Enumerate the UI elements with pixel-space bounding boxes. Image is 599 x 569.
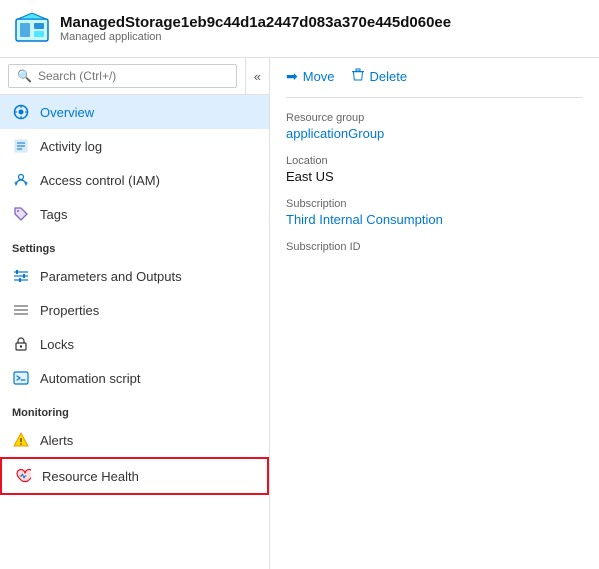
search-wrapper[interactable]: 🔍 bbox=[8, 64, 237, 88]
search-row: 🔍 « bbox=[0, 58, 269, 95]
access-control-icon bbox=[12, 171, 30, 189]
activity-log-icon bbox=[12, 137, 30, 155]
sidebar-item-alerts-label: Alerts bbox=[40, 433, 73, 448]
header-title: ManagedStorage1eb9c44d1a2447d083a370e445… bbox=[60, 14, 451, 31]
sidebar-item-tags-label: Tags bbox=[40, 207, 67, 222]
monitoring-section-label: Monitoring bbox=[0, 395, 269, 423]
sidebar-item-properties-label: Properties bbox=[40, 303, 99, 318]
locks-icon bbox=[12, 335, 30, 353]
resource-group-row: Resource group applicationGroup bbox=[286, 112, 583, 141]
content-pane: ➡ Move Delete Resource group application… bbox=[270, 58, 599, 569]
sidebar-item-access-control[interactable]: Access control (IAM) bbox=[0, 163, 269, 197]
overview-icon bbox=[12, 103, 30, 121]
sidebar-item-locks-label: Locks bbox=[40, 337, 74, 352]
sidebar-item-resource-health[interactable]: Resource Health bbox=[0, 457, 269, 495]
header-subtitle: Managed application bbox=[60, 31, 451, 43]
sidebar: 🔍 « Overview bbox=[0, 58, 270, 569]
delete-button[interactable]: Delete bbox=[351, 68, 408, 85]
monitoring-section: Monitoring Alerts bbox=[0, 395, 269, 495]
subscription-id-row: Subscription ID bbox=[286, 241, 583, 255]
header-text: ManagedStorage1eb9c44d1a2447d083a370e445… bbox=[60, 14, 451, 43]
sidebar-item-activity-log[interactable]: Activity log bbox=[0, 129, 269, 163]
details-section: Resource group applicationGroup Location… bbox=[286, 112, 583, 255]
subscription-row: Subscription Third Internal Consumption bbox=[286, 198, 583, 227]
sidebar-item-automation-script[interactable]: Automation script bbox=[0, 361, 269, 395]
automation-icon bbox=[12, 369, 30, 387]
sidebar-item-activity-log-label: Activity log bbox=[40, 139, 102, 154]
resource-health-icon bbox=[14, 467, 32, 485]
subscription-id-label: Subscription ID bbox=[286, 241, 583, 253]
sidebar-item-locks[interactable]: Locks bbox=[0, 327, 269, 361]
sidebar-item-tags[interactable]: Tags bbox=[0, 197, 269, 231]
sidebar-item-automation-label: Automation script bbox=[40, 371, 140, 386]
sidebar-item-overview-label: Overview bbox=[40, 105, 94, 120]
collapse-button[interactable]: « bbox=[245, 58, 269, 94]
move-button[interactable]: ➡ Move bbox=[286, 68, 335, 85]
location-label: Location bbox=[286, 155, 583, 167]
settings-section-label: Settings bbox=[0, 231, 269, 259]
alerts-icon bbox=[12, 431, 30, 449]
search-input[interactable] bbox=[38, 69, 228, 83]
app-icon bbox=[14, 11, 50, 47]
search-icon: 🔍 bbox=[17, 69, 32, 83]
toolbar: ➡ Move Delete bbox=[286, 68, 583, 98]
properties-icon bbox=[12, 301, 30, 319]
subscription-value[interactable]: Third Internal Consumption bbox=[286, 212, 583, 227]
top-nav: Overview Activity log bbox=[0, 95, 269, 231]
sidebar-item-parameters-label: Parameters and Outputs bbox=[40, 269, 182, 284]
move-label: Move bbox=[303, 69, 335, 84]
resource-group-value[interactable]: applicationGroup bbox=[286, 126, 583, 141]
parameters-icon bbox=[12, 267, 30, 285]
subscription-label: Subscription bbox=[286, 198, 583, 210]
sidebar-item-alerts[interactable]: Alerts bbox=[0, 423, 269, 457]
location-value: East US bbox=[286, 169, 583, 184]
move-icon: ➡ bbox=[286, 68, 298, 85]
app-header: ManagedStorage1eb9c44d1a2447d083a370e445… bbox=[0, 0, 599, 58]
delete-label: Delete bbox=[370, 69, 408, 84]
settings-section: Settings Parameters and Outputs bbox=[0, 231, 269, 395]
resource-group-label: Resource group bbox=[286, 112, 583, 124]
main-layout: 🔍 « Overview bbox=[0, 58, 599, 569]
tags-icon bbox=[12, 205, 30, 223]
sidebar-item-overview[interactable]: Overview bbox=[0, 95, 269, 129]
sidebar-item-access-control-label: Access control (IAM) bbox=[40, 173, 160, 188]
location-row: Location East US bbox=[286, 155, 583, 184]
sidebar-item-properties[interactable]: Properties bbox=[0, 293, 269, 327]
sidebar-item-parameters-outputs[interactable]: Parameters and Outputs bbox=[0, 259, 269, 293]
sidebar-item-resource-health-label: Resource Health bbox=[42, 469, 139, 484]
delete-icon bbox=[351, 68, 365, 85]
